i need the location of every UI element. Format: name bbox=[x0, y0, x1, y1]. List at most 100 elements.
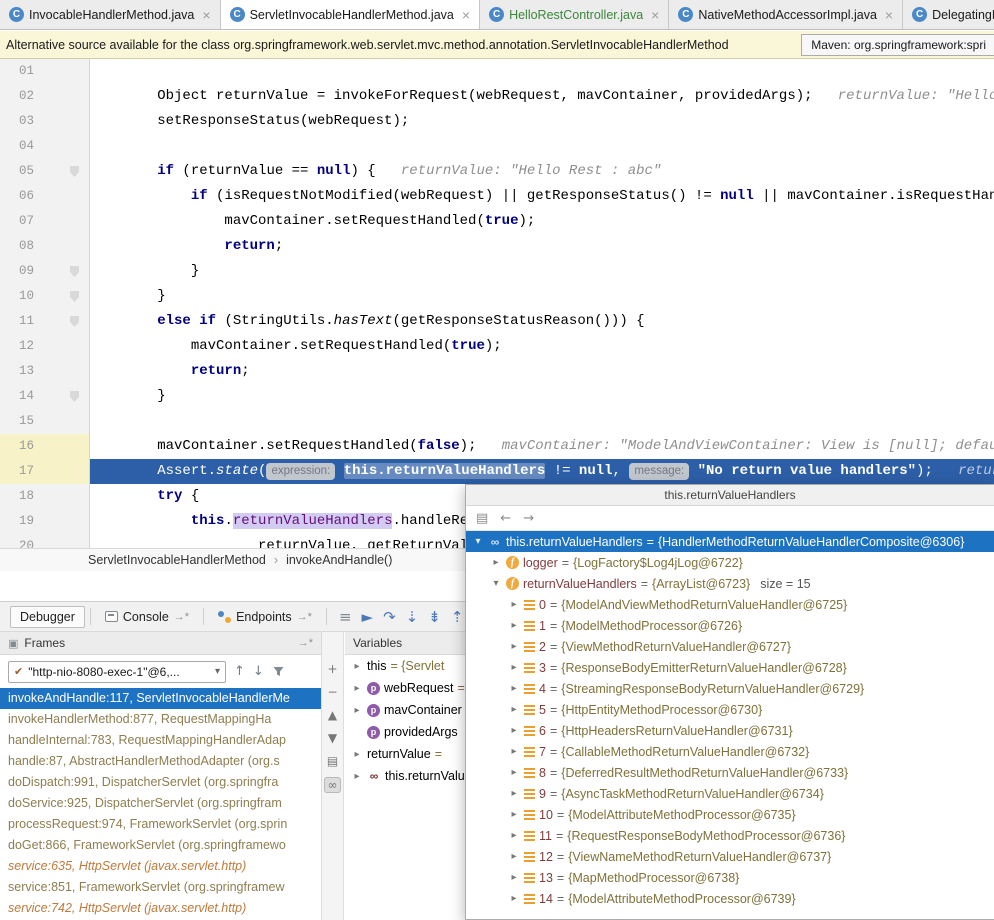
expand-icon[interactable]: ▸ bbox=[351, 749, 363, 760]
stack-frame[interactable]: service:635, HttpServlet (javax.servlet.… bbox=[0, 856, 321, 877]
fold-marker-icon[interactable] bbox=[70, 391, 79, 402]
popup-item-row[interactable]: ▸11 = {RequestResponseBodyMethodProcesso… bbox=[466, 825, 994, 846]
popup-item-row[interactable]: ▸10 = {ModelAttributeMethodProcessor@673… bbox=[466, 804, 994, 825]
stack-frame[interactable]: doService:925, DispatcherServlet (org.sp… bbox=[0, 793, 321, 814]
step-over-icon[interactable]: ↷ bbox=[383, 608, 396, 626]
expand-icon[interactable]: ▸ bbox=[508, 830, 520, 841]
expand-icon[interactable]: ▸ bbox=[351, 661, 363, 672]
editor-tab[interactable]: CNativeMethodAccessorImpl.java× bbox=[669, 0, 903, 29]
code-line[interactable]: 14 } bbox=[0, 384, 994, 409]
step-out-icon[interactable]: ⇡ bbox=[451, 608, 464, 626]
stack-frame[interactable]: handleInternal:783, RequestMappingHandle… bbox=[0, 730, 321, 751]
popup-item-row[interactable]: ▸12 = {ViewNameMethodReturnValueHandler@… bbox=[466, 846, 994, 867]
thread-selector[interactable]: ✔ "http-nio-8080-exec-1"@6,... ▾ bbox=[8, 661, 226, 683]
editor-tab[interactable]: CHelloRestController.java× bbox=[480, 0, 669, 29]
code-line[interactable]: 10 } bbox=[0, 284, 994, 309]
step-into-icon[interactable]: ⇣ bbox=[406, 608, 419, 626]
show-execution-point-icon[interactable]: ► bbox=[362, 608, 374, 626]
popup-item-row[interactable]: ▸2 = {ViewMethodReturnValueHandler@6727} bbox=[466, 636, 994, 657]
show-watches-icon[interactable]: ∞ bbox=[324, 777, 341, 793]
code-line[interactable]: 13 return; bbox=[0, 359, 994, 384]
collapse-icon[interactable]: ▾ bbox=[472, 536, 484, 547]
stack-frame[interactable]: doGet:866, FrameworkServlet (org.springf… bbox=[0, 835, 321, 856]
fold-marker-icon[interactable] bbox=[70, 166, 79, 177]
stack-frame[interactable]: invokeAndHandle:117, ServletInvocableHan… bbox=[0, 688, 321, 709]
popup-item-row[interactable]: ▸3 = {ResponseBodyEmitterReturnValueHand… bbox=[466, 657, 994, 678]
close-tab-icon[interactable]: × bbox=[462, 7, 470, 23]
popup-field-row[interactable]: ▾freturnValueHandlers = {ArrayList@6723}… bbox=[466, 573, 994, 594]
expand-icon[interactable]: ▸ bbox=[508, 620, 520, 631]
expand-icon[interactable]: ▸ bbox=[508, 788, 520, 799]
expand-icon[interactable]: ▸ bbox=[508, 599, 520, 610]
move-watch-down-icon[interactable]: ▼ bbox=[324, 731, 341, 745]
code-line[interactable]: 16 mavContainer.setRequestHandled(false)… bbox=[0, 434, 994, 459]
popup-item-row[interactable]: ▸5 = {HttpEntityMethodProcessor@6730} bbox=[466, 699, 994, 720]
close-tab-icon[interactable]: × bbox=[885, 7, 893, 23]
popup-item-row[interactable]: ▸14 = {ModelAttributeMethodProcessor@673… bbox=[466, 888, 994, 909]
code-line[interactable]: 04 bbox=[0, 134, 994, 159]
debug-tab-console[interactable]: Console→* bbox=[96, 607, 198, 627]
popup-item-row[interactable]: ▸9 = {AsyncTaskMethodReturnValueHandler@… bbox=[466, 783, 994, 804]
stack-frame[interactable]: service:742, HttpServlet (javax.servlet.… bbox=[0, 898, 321, 919]
duplicate-watch-icon[interactable]: ▤ bbox=[324, 754, 341, 768]
back-icon[interactable]: ← bbox=[500, 511, 511, 526]
editor[interactable]: 0102 Object returnValue = invokeForReque… bbox=[0, 59, 994, 548]
fold-marker-icon[interactable] bbox=[70, 316, 79, 327]
popup-item-row[interactable]: ▸0 = {ModelAndViewMethodReturnValueHandl… bbox=[466, 594, 994, 615]
code-line[interactable]: 09 } bbox=[0, 259, 994, 284]
breadcrumb-class[interactable]: ServletInvocableHandlerMethod bbox=[88, 553, 266, 567]
expand-icon[interactable]: ▸ bbox=[351, 705, 363, 716]
popup-item-row[interactable]: ▸7 = {CallableMethodReturnValueHandler@6… bbox=[466, 741, 994, 762]
expand-icon[interactable]: ▸ bbox=[508, 641, 520, 652]
maven-source-button[interactable]: Maven: org.springframework:spri bbox=[801, 34, 994, 56]
view-options-icon[interactable]: ▤ bbox=[476, 511, 488, 526]
breadcrumb-method[interactable]: invokeAndHandle() bbox=[286, 553, 392, 567]
expand-icon[interactable]: ▸ bbox=[351, 771, 363, 782]
move-watch-up-icon[interactable]: ▲ bbox=[324, 708, 341, 722]
expand-icon[interactable]: ▸ bbox=[490, 557, 502, 568]
remove-watch-icon[interactable]: − bbox=[324, 685, 341, 699]
close-tab-icon[interactable]: × bbox=[651, 7, 659, 23]
debug-tab-endpoints[interactable]: Endpoints→* bbox=[209, 607, 321, 627]
expand-icon[interactable]: ▸ bbox=[508, 704, 520, 715]
add-watch-icon[interactable]: + bbox=[324, 662, 341, 676]
close-tab-icon[interactable]: × bbox=[202, 7, 210, 23]
expand-icon[interactable]: ▸ bbox=[508, 767, 520, 778]
expand-icon[interactable]: ▸ bbox=[508, 662, 520, 673]
editor-tab[interactable]: CServletInvocableHandlerMethod.java× bbox=[221, 0, 480, 29]
expand-icon[interactable]: ▸ bbox=[351, 683, 363, 694]
stack-frame[interactable]: doDispatch:991, DispatcherServlet (org.s… bbox=[0, 772, 321, 793]
expand-icon[interactable]: ▸ bbox=[508, 872, 520, 883]
popup-item-row[interactable]: ▸4 = {StreamingResponseBodyReturnValueHa… bbox=[466, 678, 994, 699]
popup-item-row[interactable]: ▸8 = {DeferredResultMethodReturnValueHan… bbox=[466, 762, 994, 783]
popup-item-row[interactable]: ▸13 = {MapMethodProcessor@6738} bbox=[466, 867, 994, 888]
popup-field-row[interactable]: ▸flogger = {LogFactory$Log4jLog@6722} bbox=[466, 552, 994, 573]
expand-icon[interactable]: ▸ bbox=[508, 746, 520, 757]
code-line[interactable]: 06 if (isRequestNotModified(webRequest) … bbox=[0, 184, 994, 209]
popup-item-row[interactable]: ▸1 = {ModelMethodProcessor@6726} bbox=[466, 615, 994, 636]
code-line[interactable]: 01 bbox=[0, 59, 994, 84]
stack-frame[interactable]: invokeHandlerMethod:877, RequestMappingH… bbox=[0, 709, 321, 730]
expand-icon[interactable]: ▸ bbox=[508, 725, 520, 736]
code-line[interactable]: 07 mavContainer.setRequestHandled(true); bbox=[0, 209, 994, 234]
code-line[interactable]: 12 mavContainer.setRequestHandled(true); bbox=[0, 334, 994, 359]
expand-icon[interactable]: ▸ bbox=[508, 809, 520, 820]
previous-frame-icon[interactable]: ↑ bbox=[234, 664, 245, 679]
fold-marker-icon[interactable] bbox=[70, 266, 79, 277]
pin-icon[interactable]: →* bbox=[298, 637, 313, 649]
code-line[interactable]: 08 return; bbox=[0, 234, 994, 259]
code-line[interactable]: 17 Assert.state(expression: this.returnV… bbox=[0, 459, 994, 484]
expand-icon[interactable]: ▸ bbox=[508, 893, 520, 904]
code-line[interactable]: 15 bbox=[0, 409, 994, 434]
stack-frame[interactable]: handle:87, AbstractHandlerMethodAdapter … bbox=[0, 751, 321, 772]
popup-item-row[interactable]: ▸6 = {HttpHeadersReturnValueHandler@6731… bbox=[466, 720, 994, 741]
expand-icon[interactable]: ▸ bbox=[508, 683, 520, 694]
expand-icon[interactable]: ▸ bbox=[508, 851, 520, 862]
debug-tab-debugger[interactable]: Debugger bbox=[10, 606, 85, 628]
hide-library-frames-icon[interactable] bbox=[272, 665, 285, 678]
code-line[interactable]: 03 setResponseStatus(webRequest); bbox=[0, 109, 994, 134]
next-frame-icon[interactable]: ↓ bbox=[253, 664, 264, 679]
popup-root-row[interactable]: ▾∞this.returnValueHandlers = {HandlerMet… bbox=[466, 531, 994, 552]
settings-menu-icon[interactable]: ≡ bbox=[339, 608, 352, 626]
force-step-into-icon[interactable]: ⇟ bbox=[428, 608, 441, 626]
